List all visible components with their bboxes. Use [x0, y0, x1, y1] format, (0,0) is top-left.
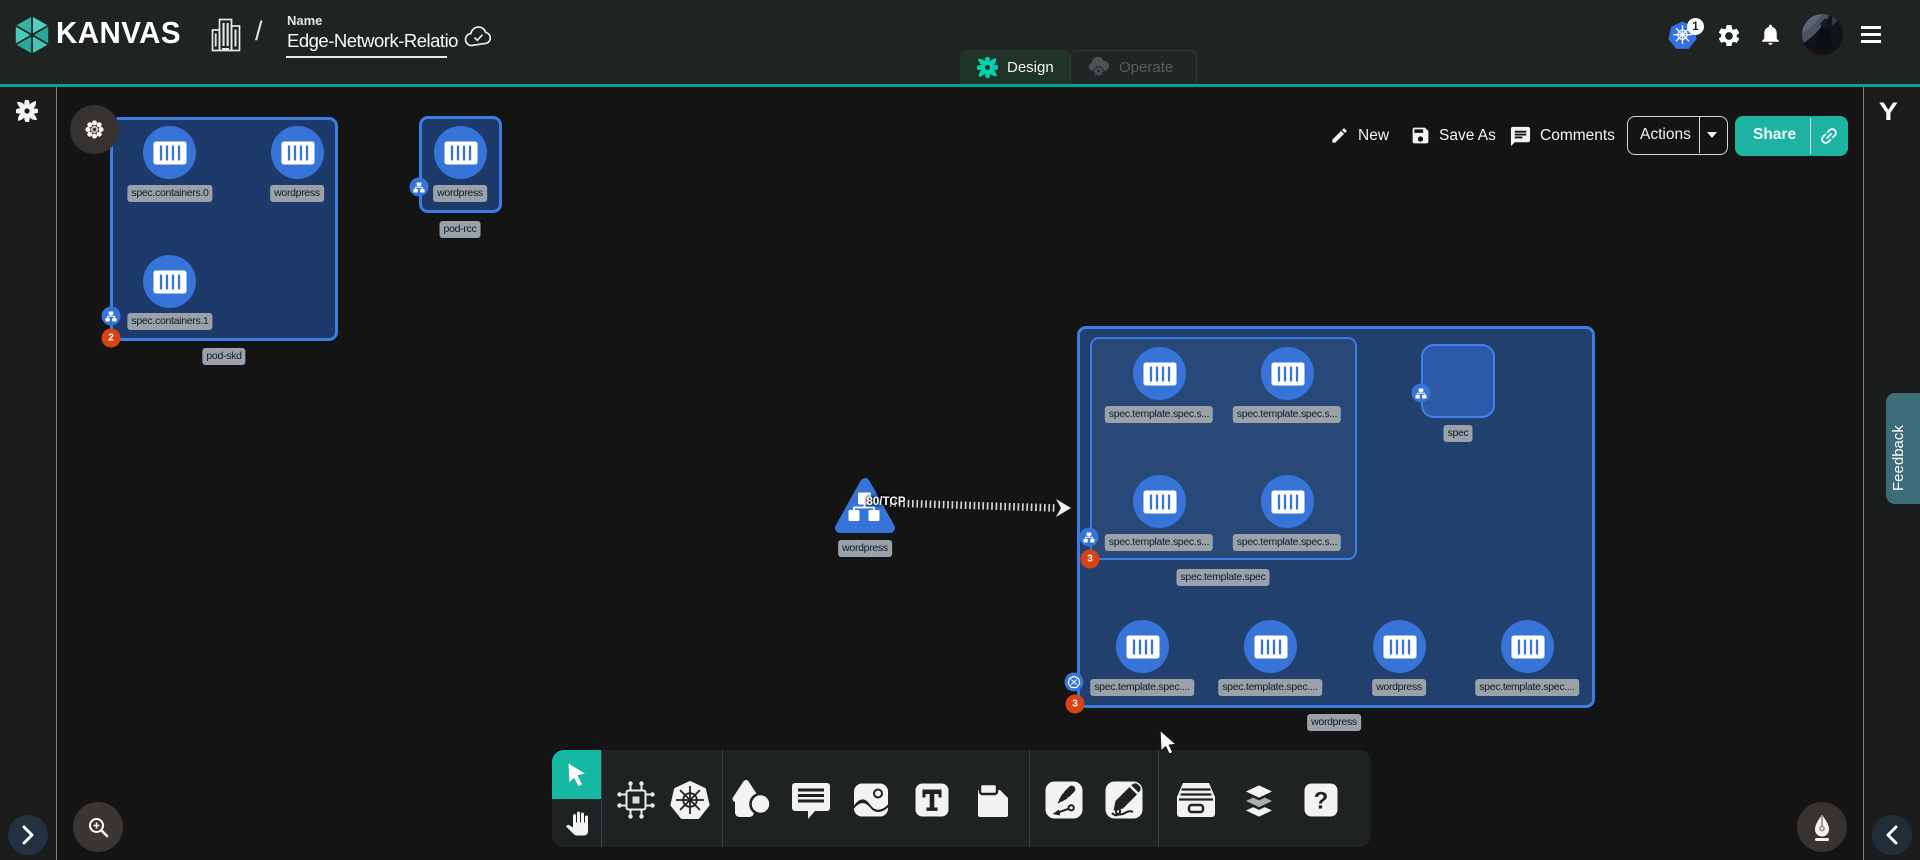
svg-text:?: ? — [1314, 788, 1329, 815]
